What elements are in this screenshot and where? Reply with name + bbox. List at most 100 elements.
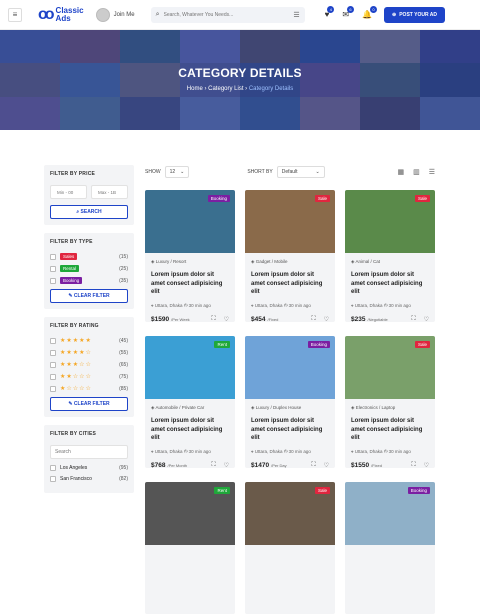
rating-filter-option[interactable]: ★★★★★ (45): [50, 337, 128, 344]
heart-icon[interactable]: ♡: [324, 316, 329, 323]
bell-icon[interactable]: 🔔 0: [362, 6, 378, 19]
type-clear-filter-button[interactable]: ✎ CLEAR FILTER: [50, 289, 128, 303]
logo-line2: Ads: [55, 13, 71, 23]
ad-card[interactable]: Sale ◈ Animal / Cat Lorem ipsum dolor si…: [345, 190, 435, 322]
ad-title[interactable]: Lorem ipsum dolor sit amet consect adipi…: [151, 271, 229, 297]
ad-title[interactable]: Lorem ipsum dolor sit amet consect adipi…: [351, 271, 429, 297]
type-filter-option[interactable]: Booking (35): [50, 277, 128, 284]
checkbox[interactable]: [50, 476, 56, 482]
plus-icon: ⊕: [392, 11, 397, 18]
heart-icon[interactable]: ♥ 4: [325, 6, 335, 19]
price-filter: FILTER BY PRICE Min - 00 Max - 1B ⌕ SEAR…: [44, 165, 134, 225]
ad-card[interactable]: Booking ◈ Luxury / Duplex House Lorem ip…: [245, 336, 335, 468]
rating-count: (55): [119, 349, 128, 356]
ad-card[interactable]: Rent: [145, 482, 235, 614]
ad-title[interactable]: Lorem ipsum dolor sit amet consect adipi…: [251, 417, 329, 443]
checkbox[interactable]: [50, 277, 56, 284]
sort-select[interactable]: Default ⌄: [276, 166, 325, 178]
expand-icon[interactable]: ⛶: [411, 316, 415, 323]
rating-filter-option[interactable]: ★★★☆☆ (65): [50, 361, 128, 368]
ad-title[interactable]: Lorem ipsum dolor sit amet consect adipi…: [351, 417, 429, 443]
search-icon: ⌕: [155, 10, 160, 18]
checkbox[interactable]: [50, 337, 56, 344]
rating-filter-option[interactable]: ★★☆☆☆ (75): [50, 373, 128, 380]
post-ad-button[interactable]: ⊕ POST YOUR AD: [384, 6, 446, 23]
expand-icon[interactable]: ⛶: [311, 462, 315, 469]
ad-tag: Sale: [414, 195, 430, 202]
type-filter-option[interactable]: Sales (15): [50, 253, 128, 260]
search-input[interactable]: [163, 11, 294, 18]
heart-icon[interactable]: ♡: [424, 462, 429, 469]
logo[interactable]: oo Classic Ads: [38, 6, 84, 24]
breadcrumb-home[interactable]: Home: [187, 86, 203, 92]
filter-icon[interactable]: ☰: [293, 11, 299, 19]
city-search-input[interactable]: Search: [50, 445, 128, 459]
ad-tag: Sale: [314, 487, 330, 494]
ad-card[interactable]: Sale ◈ Electronics / Laptop Lorem ipsum …: [345, 336, 435, 468]
checkbox[interactable]: [50, 361, 56, 368]
max-price-input[interactable]: Max - 1B: [91, 185, 128, 199]
checkbox[interactable]: [50, 253, 56, 260]
checkbox[interactable]: [50, 385, 56, 392]
post-ad-label: POST YOUR AD: [399, 11, 438, 18]
ad-image[interactable]: Sale: [245, 482, 335, 545]
rating-filter-option[interactable]: ★★★★☆ (55): [50, 349, 128, 356]
ad-card[interactable]: Booking: [345, 482, 435, 614]
ad-image[interactable]: Booking: [245, 336, 335, 399]
type-filter-title: FILTER BY TYPE: [50, 239, 93, 245]
city-filter-option[interactable]: Los Angeles (95): [50, 465, 128, 471]
grid-view-icon[interactable]: ▦: [397, 168, 404, 176]
checkbox[interactable]: [50, 265, 56, 272]
checkbox[interactable]: [50, 349, 56, 356]
ad-image[interactable]: Sale: [345, 336, 435, 399]
ad-category: ◈ Animal / Cat: [351, 259, 380, 264]
ad-image[interactable]: Booking: [345, 482, 435, 545]
price-search-button[interactable]: ⌕ SEARCH: [50, 205, 128, 219]
heart-icon[interactable]: ♡: [424, 316, 429, 323]
column-view-icon[interactable]: ▥: [413, 168, 420, 176]
expand-icon[interactable]: ⛶: [311, 316, 315, 323]
search-bar: ⌕ ☰: [150, 6, 305, 23]
rating-count: (75): [119, 373, 128, 380]
ad-card[interactable]: Sale ◈ Gadget / Mobile Lorem ipsum dolor…: [245, 190, 335, 322]
rating-filter-option[interactable]: ★☆☆☆☆ (85): [50, 385, 128, 392]
checkbox[interactable]: [50, 465, 56, 471]
expand-icon[interactable]: ⛶: [211, 462, 215, 469]
ad-title[interactable]: Lorem ipsum dolor sit amet consect adipi…: [251, 271, 329, 297]
type-tag: Rental: [60, 265, 80, 272]
breadcrumb-category-list[interactable]: Category List: [208, 86, 243, 92]
star-rating: ★★☆☆☆: [60, 374, 92, 380]
min-price-input[interactable]: Min - 00: [50, 185, 87, 199]
ad-image[interactable]: Rent: [145, 482, 235, 545]
heart-icon[interactable]: ♡: [224, 316, 229, 323]
checkbox[interactable]: [50, 373, 56, 380]
header: ≡ oo Classic Ads Join Me ⌕ ☰ ♥4 ✉6 🔔0 ⊕P…: [0, 0, 480, 30]
heart-icon[interactable]: ♡: [324, 462, 329, 469]
menu-icon[interactable]: ≡: [8, 7, 22, 22]
ad-price: $454/Fixed ⛶ ♡: [251, 315, 329, 323]
ad-card[interactable]: Booking ◈ Luxury / Resort Lorem ipsum do…: [145, 190, 235, 322]
expand-icon[interactable]: ⛶: [411, 462, 415, 469]
show-select[interactable]: 12 ⌄: [164, 166, 190, 178]
city-label: Los Angeles: [60, 465, 88, 471]
city-filter-option[interactable]: San Francisco (82): [50, 476, 128, 482]
type-tag: Booking: [60, 277, 83, 284]
ad-card[interactable]: Sale: [245, 482, 335, 614]
ad-image[interactable]: Sale: [345, 190, 435, 253]
type-filter: FILTER BY TYPE Sales (15) Rental (25) Bookin…: [44, 233, 134, 309]
type-filter-option[interactable]: Rental (25): [50, 265, 128, 272]
message-icon[interactable]: ✉ 6: [342, 6, 355, 19]
heart-icon[interactable]: ♡: [224, 462, 229, 469]
star-rating: ★★★★☆: [60, 350, 92, 356]
ad-image[interactable]: Sale: [245, 190, 335, 253]
ad-card[interactable]: Rent ◈ Automobile / Private Car Lorem ip…: [145, 336, 235, 468]
ad-image[interactable]: Booking: [145, 190, 235, 253]
rating-clear-filter-button[interactable]: ✎ CLEAR FILTER: [50, 397, 128, 411]
ad-image[interactable]: Rent: [145, 336, 235, 399]
expand-icon[interactable]: ⛶: [211, 316, 215, 323]
ad-tag: Sale: [414, 341, 430, 348]
join-me-link[interactable]: Join Me: [95, 7, 135, 22]
ad-title[interactable]: Lorem ipsum dolor sit amet consect adipi…: [151, 417, 229, 443]
rating-filter-title: FILTER BY RATING: [50, 323, 99, 329]
list-view-icon[interactable]: ☰: [429, 168, 435, 176]
